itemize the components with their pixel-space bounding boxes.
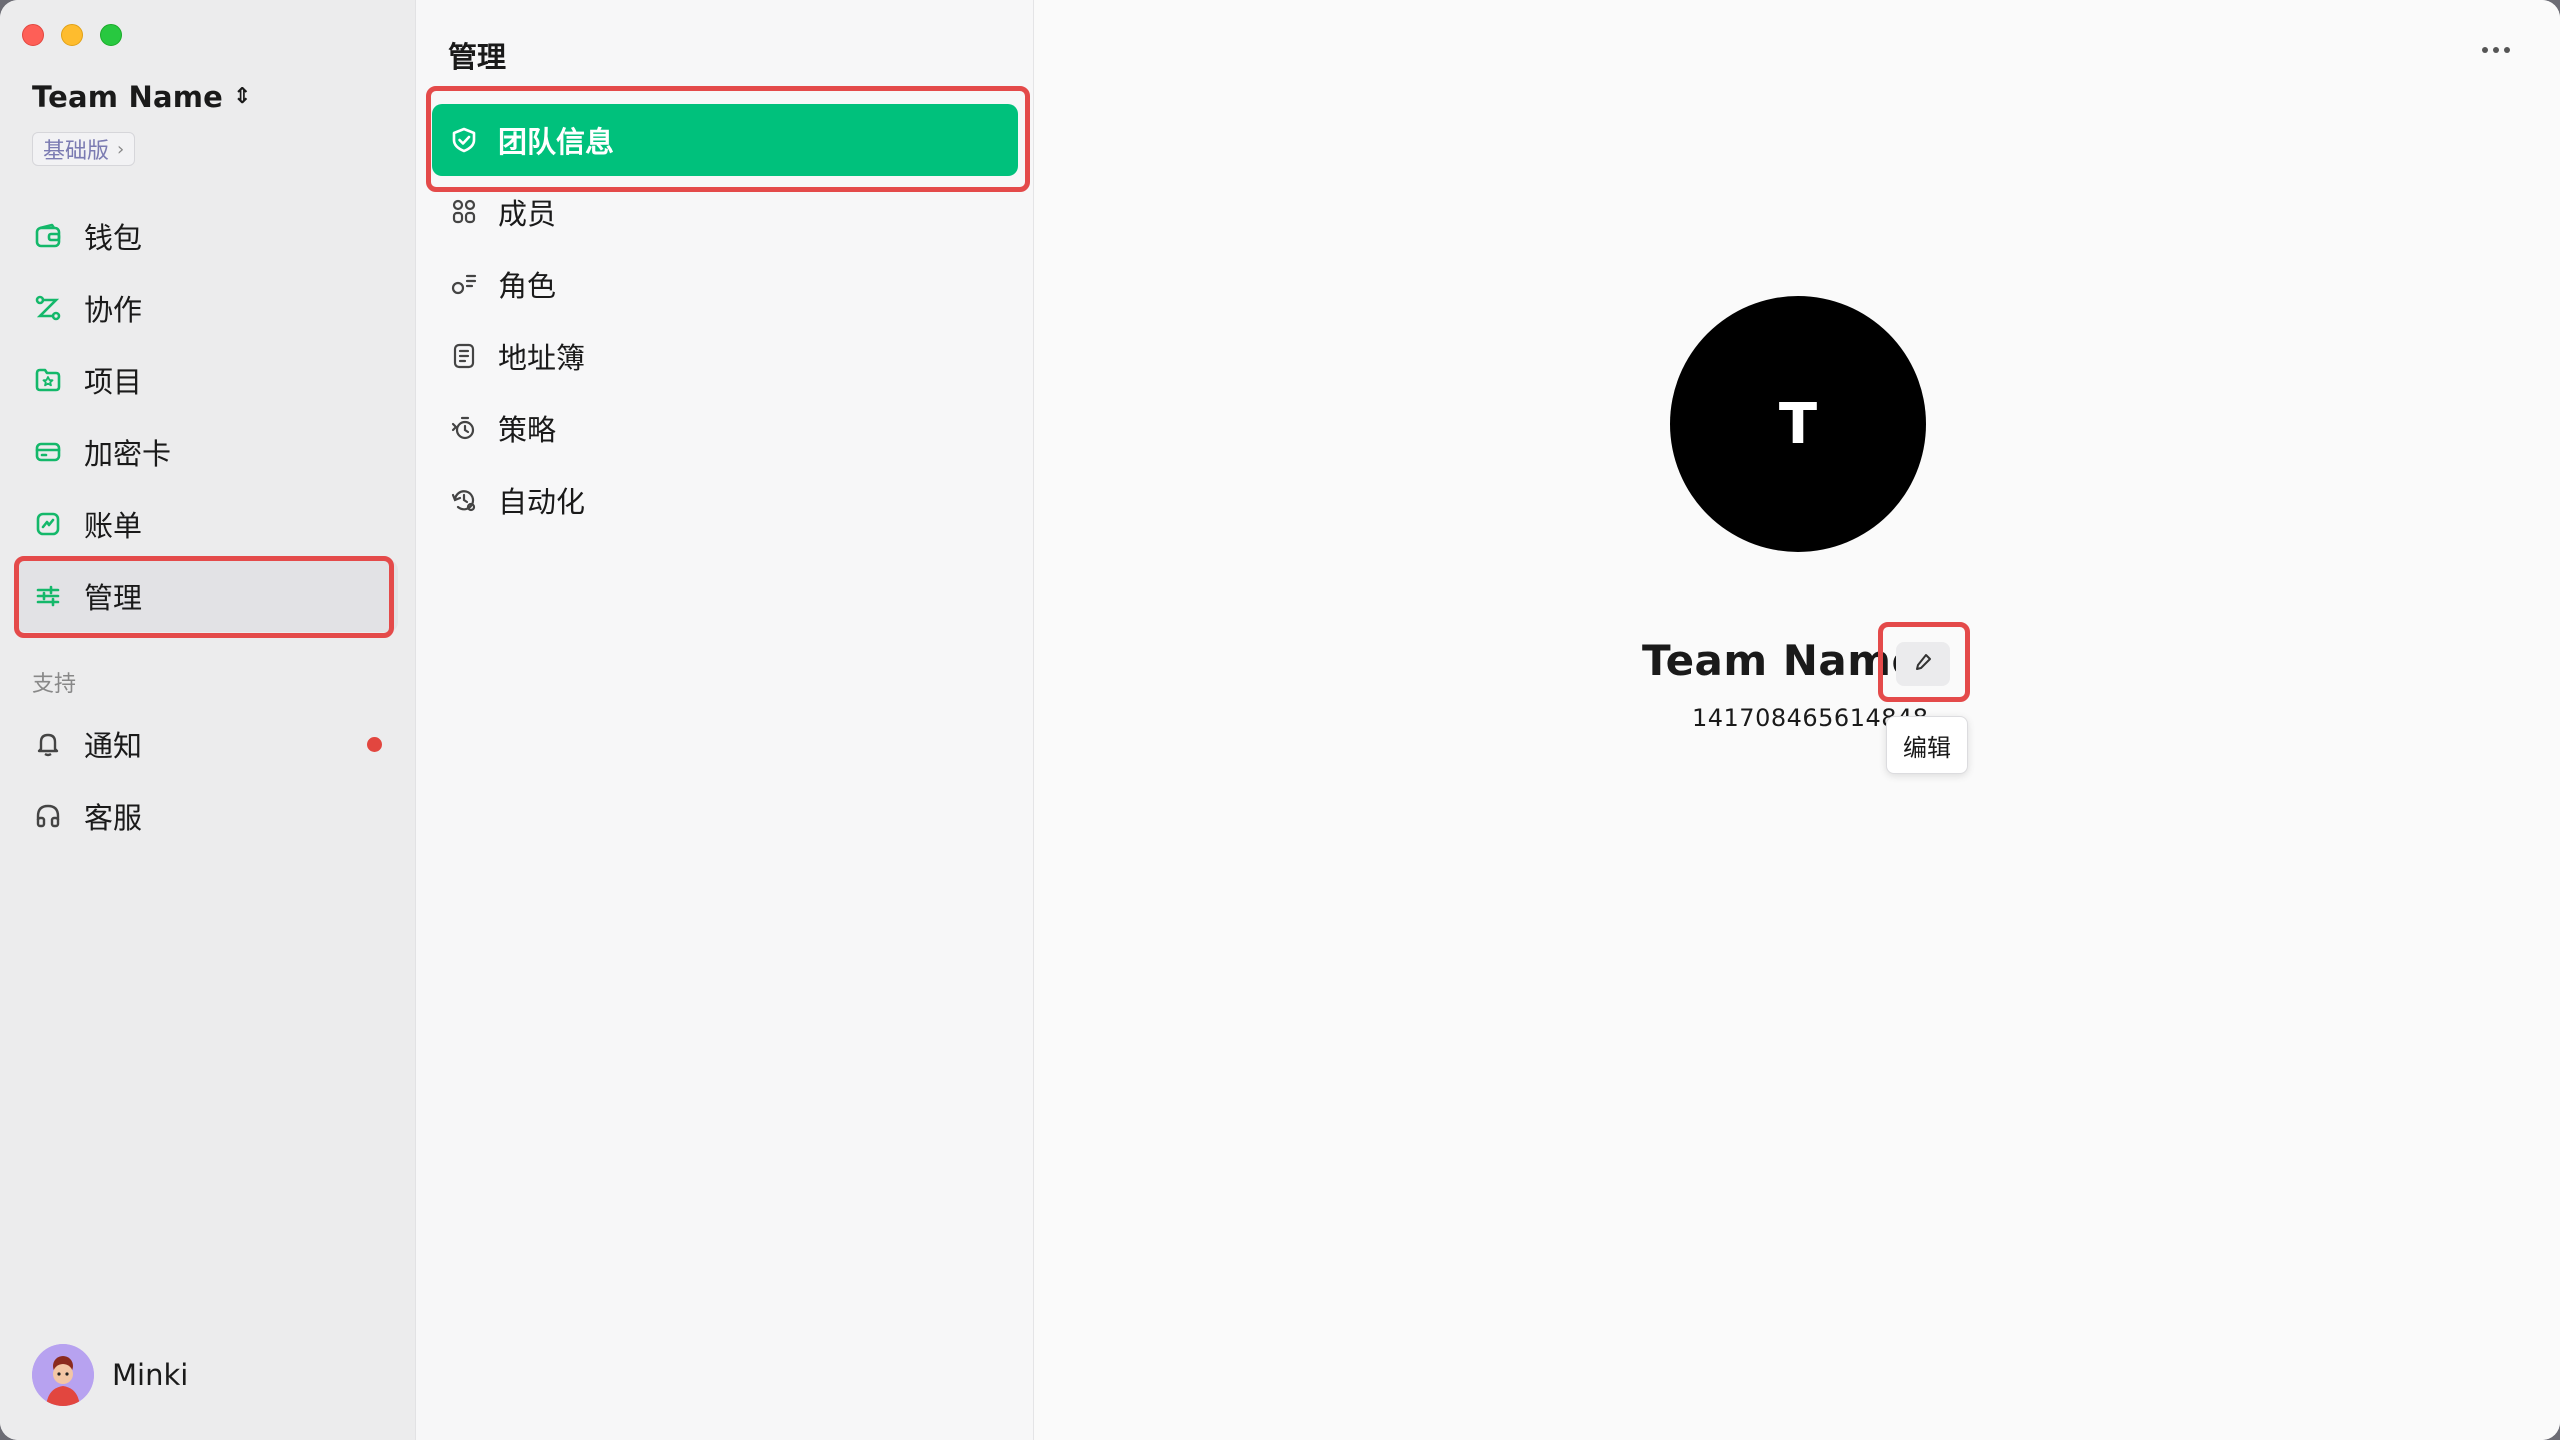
app-window: Team Name ⇕ 基础版 › 钱包 协作 项目 加密卡 账单 管理 支持 … [0, 0, 2560, 1440]
management-nav: 团队信息 成员 角色 地址簿 策略 自动化 [426, 86, 1030, 536]
management-panel: 管理 团队信息 成员 角色 地址簿 策略 自动化 [416, 0, 1034, 1440]
address-book-icon [448, 340, 480, 372]
chevron-right-icon: › [117, 138, 125, 160]
avatar [32, 1344, 94, 1406]
policy-icon [448, 412, 480, 444]
pencil-icon [1913, 652, 1933, 676]
close-window-button[interactable] [22, 24, 44, 46]
tab-label: 自动化 [498, 485, 586, 519]
team-switcher[interactable]: Team Name ⇕ [32, 80, 252, 114]
support-section-title: 支持 [32, 672, 77, 697]
tab-members[interactable]: 成员 [432, 176, 1018, 248]
more-horizontal-icon[interactable] [2474, 36, 2518, 64]
zoom-window-button[interactable] [100, 24, 122, 46]
sidebar-item-label: 钱包 [84, 221, 143, 255]
tab-policy[interactable]: 策略 [432, 392, 1018, 464]
sidebar-item-label: 客服 [84, 801, 143, 835]
tab-label: 策略 [498, 413, 557, 447]
sidebar-item-label: 项目 [84, 365, 143, 399]
tab-automation[interactable]: 自动化 [432, 464, 1018, 536]
sidebar-item-label: 账单 [84, 509, 143, 543]
team-info-content: T Team Name 141708465614848 编辑 [1034, 0, 2560, 1440]
sidebar-item-label: 协作 [84, 293, 143, 327]
sidebar-item-notifications[interactable]: 通知 [16, 708, 398, 780]
sidebar-item-project[interactable]: 项目 [16, 344, 398, 416]
plan-badge[interactable]: 基础版 › [32, 132, 136, 166]
bell-icon [32, 728, 64, 760]
project-icon [32, 364, 64, 396]
members-icon [448, 196, 480, 228]
chevron-updown-icon: ⇕ [233, 84, 252, 109]
tab-label: 成员 [498, 197, 557, 231]
edit-tooltip: 编辑 [1886, 716, 1968, 774]
user-profile[interactable]: Minki [32, 1344, 188, 1406]
sidebar-item-collaboration[interactable]: 协作 [16, 272, 398, 344]
sidebar-item-management[interactable]: 管理 [14, 556, 398, 638]
sidebar-nav: 钱包 协作 项目 加密卡 账单 管理 支持 通知 客服 [14, 200, 398, 852]
tab-label: 团队信息 [498, 125, 615, 159]
shield-check-icon [448, 124, 480, 156]
team-switcher-name: Team Name [32, 80, 224, 114]
sidebar-item-bill[interactable]: 账单 [16, 488, 398, 560]
panel-title: 管理 [448, 40, 507, 74]
sidebar-item-label: 加密卡 [84, 437, 172, 471]
notification-dot [367, 737, 382, 752]
role-icon [448, 268, 480, 300]
tab-label: 角色 [498, 269, 557, 303]
minimize-window-button[interactable] [61, 24, 83, 46]
tab-team-info[interactable]: 团队信息 [426, 86, 1030, 192]
plan-label: 基础版 [43, 139, 110, 164]
sidebar-item-card[interactable]: 加密卡 [16, 416, 398, 488]
automation-icon [448, 484, 480, 516]
wallet-icon [32, 220, 64, 252]
sidebar-item-support[interactable]: 客服 [16, 780, 398, 852]
tab-address-book[interactable]: 地址簿 [432, 320, 1018, 392]
team-name: Team Name [1642, 636, 1921, 685]
sidebar-item-label: 通知 [84, 729, 143, 763]
team-avatar-letter: T [1778, 391, 1818, 457]
sliders-icon [32, 580, 64, 612]
tab-roles[interactable]: 角色 [432, 248, 1018, 320]
collaboration-icon [32, 292, 64, 324]
window-controls [22, 24, 122, 46]
tab-label: 地址簿 [498, 341, 586, 375]
bill-icon [32, 508, 64, 540]
edit-team-name-button[interactable] [1896, 642, 1950, 686]
sidebar-item-label: 管理 [84, 581, 143, 615]
sidebar: Team Name ⇕ 基础版 › 钱包 协作 项目 加密卡 账单 管理 支持 … [0, 0, 416, 1440]
team-avatar[interactable]: T [1670, 296, 1926, 552]
card-icon [32, 436, 64, 468]
headphones-icon [32, 800, 64, 832]
user-name: Minki [112, 1358, 189, 1392]
sidebar-item-wallet[interactable]: 钱包 [16, 200, 398, 272]
